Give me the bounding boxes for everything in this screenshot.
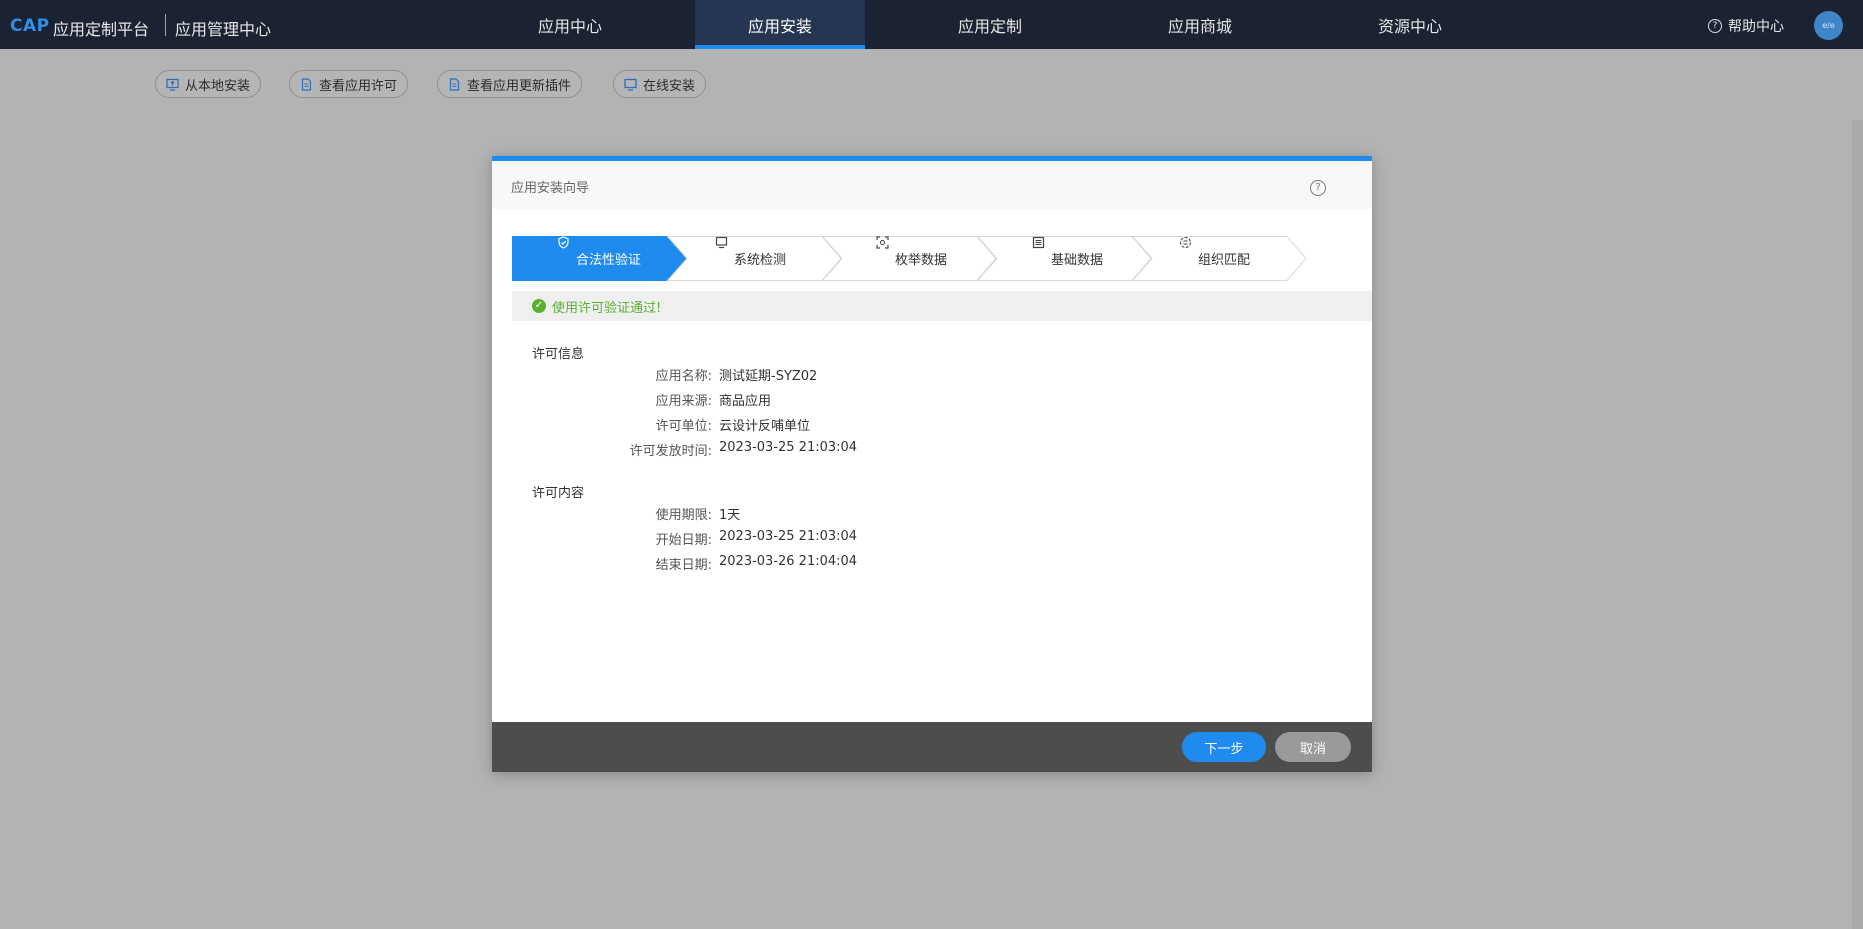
- license-content-title: 许可内容: [532, 486, 585, 501]
- field-label: 许可单位:: [655, 419, 712, 434]
- document-icon: [448, 77, 461, 91]
- field-value: 1天: [719, 508, 741, 523]
- license-content-row: 使用期限: 1天: [532, 504, 1232, 526]
- field-label: 应用名称:: [655, 369, 712, 384]
- nav-tab-label: 应用定制: [957, 16, 1022, 36]
- help-center-label: 帮助中心: [1728, 19, 1784, 35]
- avatar-text: e/e: [1822, 21, 1835, 30]
- nav-tab-label: 应用中心: [537, 16, 602, 36]
- org-match-icon: [1179, 236, 1192, 265]
- install-from-local-button[interactable]: 从本地安装: [155, 70, 262, 98]
- license-info-row: 许可发放时间: 2023-03-25 21:03:04: [532, 440, 1232, 462]
- license-content-row: 结束日期: 2023-03-26 21:04:04: [532, 554, 1232, 576]
- nav-tab-resource-center[interactable]: 资源中心: [1340, 0, 1480, 49]
- management-center-title: 应用管理中心: [175, 20, 272, 39]
- dialog-footer: 下一步 取消: [492, 722, 1372, 772]
- nav-tab-label: 资源中心: [1377, 16, 1442, 36]
- wizard-steps: 合法性验证 系统检测 枚举数据 基础数据 组织匹配: [512, 236, 1342, 281]
- step-label: 系统检测: [734, 253, 787, 268]
- monitor-icon: [624, 78, 637, 91]
- step-legality-check[interactable]: 合法性验证: [512, 236, 687, 281]
- field-value: 2023-03-25 21:03:04: [719, 440, 858, 455]
- license-content-row: 开始日期: 2023-03-25 21:03:04: [532, 529, 1232, 551]
- step-label: 基础数据: [1051, 253, 1104, 268]
- step-enum-data[interactable]: 枚举数据: [822, 236, 997, 281]
- cancel-button[interactable]: 取消: [1275, 732, 1351, 762]
- user-avatar[interactable]: e/e: [1814, 11, 1843, 40]
- toolbar-button-label: 查看应用更新插件: [467, 78, 572, 94]
- shield-check-icon: [557, 236, 570, 265]
- step-label: 枚举数据: [895, 253, 948, 268]
- desktop-upload-icon: [166, 78, 179, 91]
- nav-tab-label: 应用商城: [1167, 16, 1232, 36]
- step-base-data[interactable]: 基础数据: [977, 236, 1152, 281]
- cap-logo[interactable]: CAP: [10, 16, 50, 36]
- dialog-title: 应用安装向导: [511, 181, 590, 196]
- validation-success-message: 使用许可验证通过!: [552, 300, 662, 316]
- nav-tab-app-center[interactable]: 应用中心: [500, 0, 640, 49]
- app-install-wizard-dialog: 应用安装向导 ? 合法性验证 系统检测 枚举数据 基础数据 组织匹配 ✓ 使用许…: [492, 156, 1372, 772]
- toolbar-button-label: 从本地安装: [185, 78, 251, 94]
- dialog-header: 应用安装向导 ?: [492, 161, 1372, 209]
- nav-tab-app-install[interactable]: 应用安装: [695, 0, 865, 49]
- step-org-match[interactable]: 组织匹配: [1132, 236, 1307, 281]
- field-label: 使用期限:: [655, 508, 712, 523]
- toolbar-button-label: 在线安装: [643, 78, 696, 94]
- dialog-help-icon[interactable]: ?: [1310, 180, 1326, 196]
- monitor-check-icon: [715, 236, 728, 265]
- page-scrollbar[interactable]: [1852, 120, 1863, 929]
- nav-tab-app-store[interactable]: 应用商城: [1130, 0, 1270, 49]
- step-system-check[interactable]: 系统检测: [667, 236, 842, 281]
- help-center-link[interactable]: ? 帮助中心: [1708, 16, 1784, 36]
- license-info-row: 应用来源: 商品应用: [532, 390, 1232, 412]
- online-install-button[interactable]: 在线安装: [613, 70, 707, 98]
- field-label: 应用来源:: [655, 394, 712, 409]
- toolbar-button-label: 查看应用许可: [319, 78, 398, 94]
- field-label: 许可发放时间:: [629, 444, 712, 459]
- check-circle-icon: ✓: [532, 299, 546, 313]
- license-info-row: 许可单位: 云设计反哺单位: [532, 415, 1232, 437]
- nav-tab-app-customize[interactable]: 应用定制: [920, 0, 1060, 49]
- field-value: 测试延期-SYZ02: [719, 369, 818, 384]
- view-app-license-button[interactable]: 查看应用许可: [289, 70, 409, 98]
- top-navigation-bar: CAP 应用定制平台 应用管理中心 应用中心 应用安装 应用定制 应用商城 资源…: [0, 0, 1863, 49]
- platform-name[interactable]: 应用定制平台: [53, 16, 149, 40]
- field-value: 商品应用: [719, 394, 772, 409]
- scan-icon: [876, 236, 889, 265]
- help-icon: ?: [1708, 19, 1722, 33]
- field-label: 开始日期:: [655, 533, 712, 548]
- next-step-button[interactable]: 下一步: [1182, 732, 1266, 762]
- field-value: 云设计反哺单位: [719, 419, 811, 434]
- license-info-title: 许可信息: [532, 347, 585, 362]
- license-info-row: 应用名称: 测试延期-SYZ02: [532, 365, 1232, 387]
- view-app-update-plugins-button[interactable]: 查看应用更新插件: [437, 70, 583, 98]
- step-label: 组织匹配: [1198, 253, 1251, 268]
- header-divider: [165, 14, 166, 36]
- step-label: 合法性验证: [576, 253, 642, 268]
- document-icon: [300, 77, 313, 91]
- field-value: 2023-03-26 21:04:04: [719, 554, 858, 569]
- field-value: 2023-03-25 21:03:04: [719, 529, 858, 544]
- field-label: 结束日期:: [655, 558, 712, 573]
- nav-tab-label: 应用安装: [747, 16, 812, 36]
- validation-success-banner: ✓ 使用许可验证通过!: [512, 291, 1372, 321]
- list-icon: [1032, 236, 1045, 265]
